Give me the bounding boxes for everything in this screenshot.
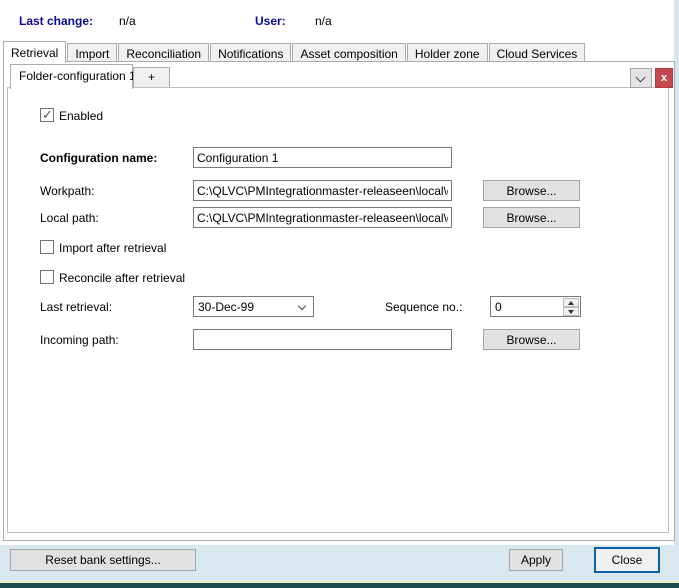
last-retrieval-label: Last retrieval: <box>40 300 112 314</box>
arrow-down-icon <box>568 310 574 314</box>
spinner-buttons <box>563 298 579 315</box>
workpath-browse-button[interactable]: Browse... <box>483 180 580 201</box>
tab-cloud-services[interactable]: Cloud Services <box>489 43 586 62</box>
import-after-retrieval-label: Import after retrieval <box>59 241 166 255</box>
tab-notifications[interactable]: Notifications <box>210 43 291 62</box>
workpath-label: Workpath: <box>40 184 94 198</box>
configuration-name-label: Configuration name: <box>40 151 157 165</box>
local-path-label: Local path: <box>40 211 99 225</box>
tab-reconciliation[interactable]: Reconciliation <box>118 43 209 62</box>
tab-holder-zone[interactable]: Holder zone <box>407 43 488 62</box>
sequence-no-label: Sequence no.: <box>385 300 462 314</box>
apply-button[interactable]: Apply <box>509 549 563 571</box>
reconcile-after-retrieval-checkbox[interactable] <box>40 270 54 284</box>
workpath-input[interactable] <box>193 180 452 201</box>
sequence-no-spinner[interactable]: 0 <box>490 296 581 317</box>
import-after-retrieval-checkbox[interactable] <box>40 240 54 254</box>
window-bottom-edge <box>0 583 679 588</box>
tab-retrieval[interactable]: Retrieval <box>3 41 66 63</box>
local-path-input[interactable] <box>193 207 452 228</box>
spinner-down-button[interactable] <box>563 307 579 316</box>
sequence-no-value: 0 <box>495 300 502 314</box>
enabled-checkbox[interactable] <box>40 108 54 122</box>
chevron-down-icon <box>298 302 306 310</box>
close-button[interactable]: Close <box>594 547 660 573</box>
tab-import[interactable]: Import <box>67 43 117 62</box>
last-change-value: n/a <box>119 14 136 28</box>
last-change-label: Last change: <box>19 14 93 28</box>
reconcile-after-retrieval-label: Reconcile after retrieval <box>59 271 185 285</box>
folder-tab-dropdown-button[interactable] <box>630 68 652 88</box>
enabled-label: Enabled <box>59 109 103 123</box>
last-retrieval-combobox[interactable]: 30-Dec-99 <box>193 296 314 317</box>
chevron-down-icon <box>636 73 646 83</box>
configuration-name-input[interactable] <box>193 147 452 168</box>
incoming-path-input[interactable] <box>193 329 452 350</box>
remove-folder-configuration-button[interactable]: x <box>655 68 673 88</box>
incoming-path-browse-button[interactable]: Browse... <box>483 329 580 350</box>
tab-asset-composition[interactable]: Asset composition <box>292 43 405 62</box>
main-tab-strip: Retrieval Import Reconciliation Notifica… <box>3 42 586 62</box>
reset-bank-settings-button[interactable]: Reset bank settings... <box>10 549 196 571</box>
spinner-up-button[interactable] <box>563 298 579 307</box>
incoming-path-label: Incoming path: <box>40 333 119 347</box>
user-label: User: <box>255 14 286 28</box>
local-path-browse-button[interactable]: Browse... <box>483 207 580 228</box>
user-value: n/a <box>315 14 332 28</box>
tab-folder-configuration-1[interactable]: Folder-configuration 1 <box>10 64 133 89</box>
add-folder-configuration-tab[interactable]: + <box>133 67 170 87</box>
arrow-up-icon <box>568 301 574 305</box>
last-retrieval-value: 30-Dec-99 <box>198 300 254 314</box>
